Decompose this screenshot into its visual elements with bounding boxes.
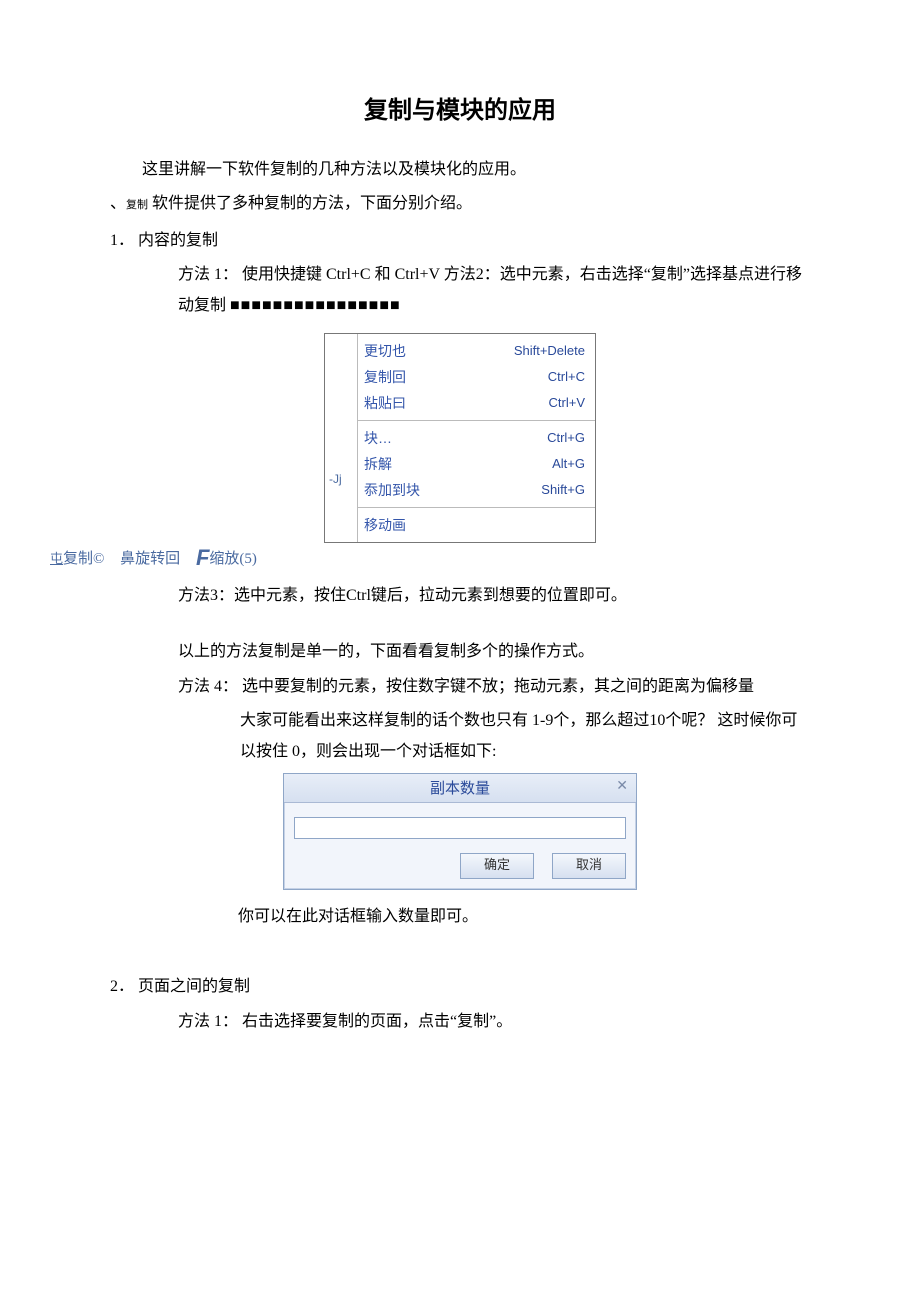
copy-label: 复制 [126,199,148,211]
menu-shortcut: Ctrl+G [547,430,585,445]
copies-dialog: 副本数量 ✕ 确定 取消 [283,773,637,890]
single-note: 以上的方法复制是单一的，下面看看复制多个的操作方式。 [110,637,810,667]
menu-label: 移动画 [364,515,406,535]
menu-item-move[interactable]: 移动画 [358,512,595,538]
menu-shortcut: Alt+G [552,456,585,471]
gutter-label: -Jj [329,472,342,486]
section-2-method-1: 方法 1： 右击选择要复制的页面，点击“复制”。 [110,1007,810,1037]
close-icon[interactable]: ✕ [616,777,628,794]
context-menu-figure: -Jj 更切也 Shift+Delete 复制回 Ctrl+C 粘贴曰 Ctrl… [110,333,810,543]
menu-label: 复制回 [364,367,406,387]
copy-intro-text: 软件提供了多种复制的方法，下面分别介绍。 [148,195,472,212]
scale-icon: F [196,545,209,570]
method-4-line1: 方法 4： 选中要复制的元素，按住数字键不放；拖动元素，其之间的距离为偏移量 [110,672,810,702]
menu-shortcut: Shift+G [541,482,585,497]
toolbar-strip: 屯复制© 鼻旋转回 F缩放(5) [50,545,810,571]
toolbar-icon-1: 屯 [50,551,63,566]
dialog-titlebar: 副本数量 ✕ [284,774,636,803]
dialog-title-text: 副本数量 [430,780,490,797]
document-page: 复制与模块的应用 这里讲解一下软件复制的几种方法以及模块化的应用。 、复制 软件… [0,0,920,1101]
menu-item-copy[interactable]: 复制回 Ctrl+C [358,364,595,390]
intro-paragraph: 这里讲解一下软件复制的几种方法以及模块化的应用。 [110,155,810,185]
menu-shortcut: Shift+Delete [514,343,585,358]
menu-label: 更切也 [364,341,406,361]
copies-input[interactable] [294,817,626,839]
menu-item-add-to-block[interactable]: 忝加到块 Shift+G [358,477,595,503]
dialog-caption: 你可以在此对话框输入数量即可。 [238,902,810,932]
menu-label: 块… [364,428,392,448]
menu-item-unblock[interactable]: 拆解 Alt+G [358,451,595,477]
section-1-number: 1． [110,232,134,249]
copy-intro-line: 、复制 软件提供了多种复制的方法，下面分别介绍。 [110,189,810,219]
menu-item-paste[interactable]: 粘贴曰 Ctrl+V [358,390,595,416]
menu-label: 拆解 [364,454,392,474]
menu-group-2: 块… Ctrl+G 拆解 Alt+G 忝加到块 Shift+G [358,421,595,507]
menu-label: 粘贴曰 [364,393,406,413]
punct: 、 [110,195,126,212]
menu-label: 忝加到块 [364,480,420,500]
menu-item-block[interactable]: 块… Ctrl+G [358,425,595,451]
method-1-2: 方法 1： 使用快捷键 Ctrl+C 和 Ctrl+V 方法2：选中元素，右击选… [110,260,810,321]
ok-button[interactable]: 确定 [460,853,534,879]
section-2-heading: 2． 页面之间的复制 [110,972,810,1002]
section-1-title: 内容的复制 [138,232,218,249]
context-menu: -Jj 更切也 Shift+Delete 复制回 Ctrl+C 粘贴曰 Ctrl… [324,333,596,543]
redaction-squares: ■■■■■■■■■■■■■■■■ [230,297,401,314]
menu-group-1: 更切也 Shift+Delete 复制回 Ctrl+C 粘贴曰 Ctrl+V [358,334,595,420]
spacer [110,615,810,633]
dialog-body [284,803,636,845]
dialog-figure: 副本数量 ✕ 确定 取消 [110,773,810,890]
menu-shortcut: Ctrl+C [548,369,585,384]
menu-shortcut: Ctrl+V [549,395,585,410]
toolbar-copy: 复制© [63,551,104,567]
method-4-line2: 大家可能看出来这样复制的话个数也只有 1-9个，那么超过10个呢？ 这时候你可以… [110,706,810,767]
section-2-number: 2． [110,978,134,995]
method-3: 方法3：选中元素，按住Ctrl键后，拉动元素到想要的位置即可。 [110,581,810,611]
page-title: 复制与模块的应用 [110,90,810,125]
dialog-buttons: 确定 取消 [284,845,636,889]
context-menu-gutter: -Jj [325,334,358,542]
section-1-heading: 1． 内容的复制 [110,226,810,256]
menu-group-3: 移动画 [358,508,595,542]
menu-item-cut[interactable]: 更切也 Shift+Delete [358,338,595,364]
context-menu-body: 更切也 Shift+Delete 复制回 Ctrl+C 粘贴曰 Ctrl+V [358,334,595,542]
cancel-button[interactable]: 取消 [552,853,626,879]
toolbar-rotate: 鼻旋转回 [120,551,180,567]
section-2-title: 页面之间的复制 [138,978,250,995]
toolbar-scale: 缩放(5) [209,551,257,567]
